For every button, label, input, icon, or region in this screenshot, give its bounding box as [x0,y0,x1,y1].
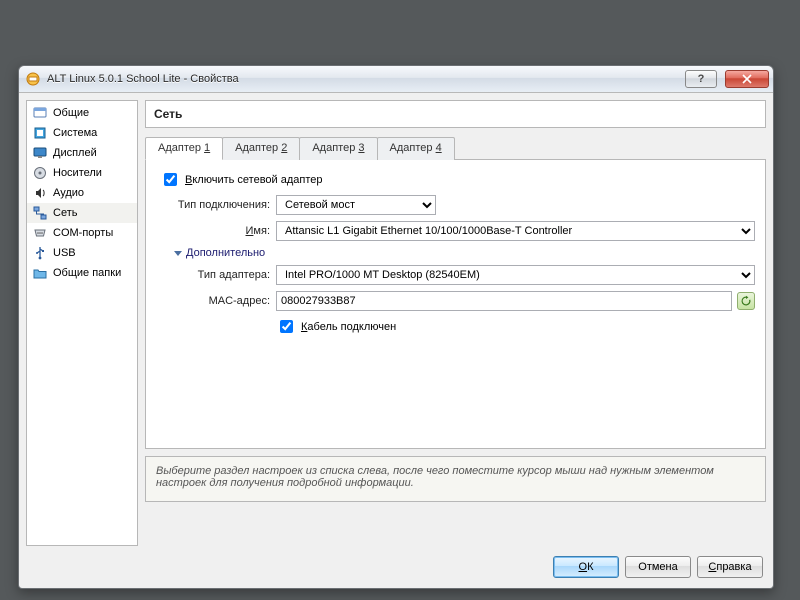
dialog-buttons: ОК Отмена Справка [19,546,773,588]
mac-address-label: MAC-адрес: [156,295,276,307]
sidebar-item-label: Аудио [53,187,84,199]
name-label: мя: [253,225,270,237]
advanced-label: Дополнительно [186,247,265,259]
general-icon [33,106,47,120]
connection-type-select[interactable]: Сетевой мост [276,195,436,215]
sidebar-item-label: Общие папки [53,267,121,279]
tab-adapter-2[interactable]: Адаптер 2 [222,137,300,160]
cancel-button[interactable]: Отмена [625,556,691,578]
sidebar-item-usb[interactable]: USB [27,243,137,263]
tabs: Адаптер 1Адаптер 2Адаптер 3Адаптер 4 Вкл… [145,136,766,449]
section-title: Сеть [154,107,757,121]
shared-folders-icon [33,266,47,280]
sidebar-item-label: COM-порты [53,227,113,239]
tab-adapter-4[interactable]: Адаптер 4 [377,137,455,160]
sidebar-item-label: Носители [53,167,102,179]
section-heading: Сеть [145,100,766,128]
name-select[interactable]: Attansic L1 Gigabit Ethernet 10/100/1000… [276,221,755,241]
main-panel: Сеть Адаптер 1Адаптер 2Адаптер 3Адаптер … [145,100,766,546]
sidebar: Общие Система Дисплей Носители Аудио Сеть COM-… [26,100,138,546]
enable-adapter-label: ключить сетевой адаптер [192,174,322,186]
sidebar-item-общие папки[interactable]: Общие папки [27,263,137,283]
sidebar-item-аудио[interactable]: Аудио [27,183,137,203]
usb-icon [33,246,47,260]
hint-panel: Выберите раздел настроек из списка слева… [145,456,766,502]
tab-adapter-1[interactable]: Адаптер 1 [145,137,223,160]
adapter-type-select[interactable]: Intel PRO/1000 MT Desktop (82540EM) [276,265,755,285]
enable-adapter-checkbox[interactable]: Включить сетевой адаптер [160,170,323,189]
connection-type-label: Тип подключения: [156,199,276,211]
sidebar-item-система[interactable]: Система [27,123,137,143]
network-icon [33,206,47,220]
app-icon [25,71,41,87]
sidebar-item-label: Система [53,127,97,139]
sidebar-item-label: Сеть [53,207,77,219]
mac-address-input[interactable] [276,291,732,311]
system-icon [33,126,47,140]
cable-connected-label: абель подключен [307,321,396,333]
display-icon [33,146,47,160]
help-button[interactable]: Справка [697,556,763,578]
window-title: ALT Linux 5.0.1 School Lite - Свойства [47,73,677,85]
mac-refresh-button[interactable] [737,292,755,310]
adapter-type-label: Тип адаптера: [156,269,276,281]
sidebar-item-label: USB [53,247,76,259]
sidebar-item-общие[interactable]: Общие [27,103,137,123]
cable-connected-checkbox[interactable]: Кабель подключен [276,317,396,336]
tab-panel-adapter-1: Включить сетевой адаптер Тип подключения… [145,159,766,449]
advanced-expander[interactable]: Дополнительно [174,247,265,259]
refresh-icon [740,295,752,307]
tab-adapter-3[interactable]: Адаптер 3 [299,137,377,160]
sidebar-item-носители[interactable]: Носители [27,163,137,183]
chevron-down-icon [174,251,182,256]
titlebar[interactable]: ALT Linux 5.0.1 School Lite - Свойства [19,66,773,93]
sidebar-item-сеть[interactable]: Сеть [27,203,137,223]
ok-button[interactable]: ОК [553,556,619,578]
sidebar-item-com-порты[interactable]: COM-порты [27,223,137,243]
titlebar-help-button[interactable] [685,70,717,88]
settings-window: ALT Linux 5.0.1 School Lite - Свойства О… [18,65,774,589]
audio-icon [33,186,47,200]
sidebar-item-label: Общие [53,107,89,119]
titlebar-close-button[interactable] [725,70,769,88]
sidebar-item-дисплей[interactable]: Дисплей [27,143,137,163]
storage-icon [33,166,47,180]
sidebar-item-label: Дисплей [53,147,97,159]
serial-icon [33,226,47,240]
